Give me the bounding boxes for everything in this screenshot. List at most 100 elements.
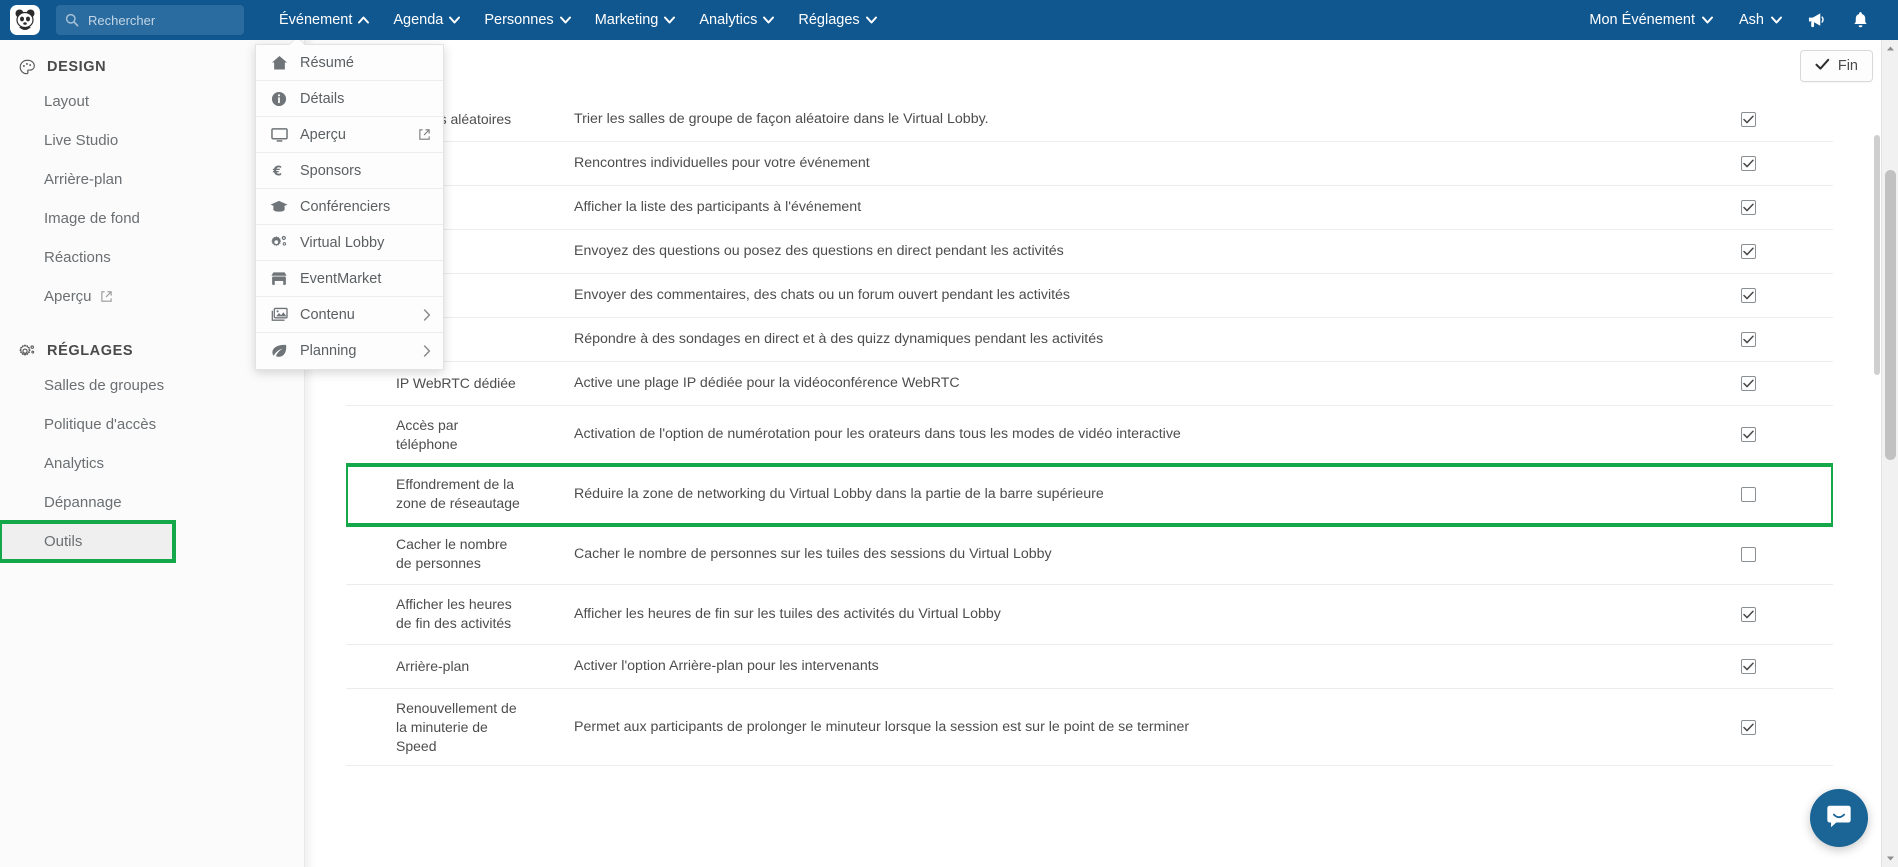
nav-label-personnes: Personnes [484, 12, 554, 28]
chevron-down-icon [763, 16, 775, 25]
finish-button[interactable]: Fin [1799, 50, 1873, 82]
table-row[interactable]: ing Afficher la liste des participants à… [346, 186, 1833, 230]
menu-item-resume[interactable]: Résumé [256, 45, 443, 81]
row-toggle-cell [1663, 427, 1833, 443]
nav-item-evenement[interactable]: Événement [266, 0, 380, 40]
table-row[interactable]: Accès par téléphone Activation de l'opti… [346, 406, 1833, 465]
table-row[interactable]: Renouvellement de la minuterie de Speed … [346, 688, 1833, 767]
chat-support-button[interactable] [1810, 789, 1868, 847]
sidebar-item-label: Image de fond [44, 210, 140, 227]
menu-item-label: Planning [300, 343, 357, 359]
event-selector-label: Mon Événement [1589, 12, 1695, 28]
row-toggle-cell [1663, 244, 1833, 259]
row-toggle-cell [1663, 332, 1833, 347]
row-toggle-cell [1663, 546, 1833, 562]
table-row[interactable]: Répondre à des sondages en direct et à d… [346, 318, 1833, 362]
store-icon [270, 270, 288, 288]
sidebar-item-politique-dacces[interactable]: Politique d'accès [0, 405, 304, 444]
menu-item-planning[interactable]: Planning [256, 333, 443, 369]
event-selector[interactable]: Mon Événement [1577, 0, 1723, 40]
search-box[interactable] [56, 5, 244, 35]
checkbox-checked[interactable] [1740, 112, 1756, 127]
row-toggle-cell [1663, 288, 1833, 303]
inner-scrollbar-track[interactable] [1874, 135, 1880, 835]
checkbox-checked[interactable] [1740, 288, 1756, 303]
content-header: Fin [305, 40, 1898, 98]
checkbox-unchecked[interactable] [1740, 486, 1756, 502]
checkbox-checked[interactable] [1740, 606, 1756, 622]
sidebar-item-outils[interactable]: Outils [0, 520, 176, 563]
table-row-highlighted[interactable]: Effondrement de la zone de réseautage Ré… [346, 462, 1833, 527]
row-description: Afficher les heures de fin sur les tuile… [574, 605, 1001, 622]
app-logo[interactable] [10, 5, 40, 35]
top-navigation-bar: Événement Agenda Personnes Marketing [0, 0, 1898, 40]
nav-label-marketing: Marketing [594, 12, 659, 28]
sidebar-item-analytics[interactable]: Analytics [0, 444, 304, 483]
table-row[interactable]: Cacher le nombre de personnes Cacher le … [346, 524, 1833, 585]
chevron-right-icon [423, 308, 431, 321]
main-content: Fin groupes aléatoires Trier les salles … [305, 40, 1898, 867]
checkbox-unchecked[interactable] [1740, 546, 1756, 562]
sidebar-item-label: Layout [44, 93, 90, 110]
sidebar-item-label: Live Studio [44, 132, 119, 149]
row-description: Envoyer des commentaires, des chats ou u… [574, 286, 1071, 303]
sidebar-item-label: Outils [44, 533, 83, 550]
menu-item-details[interactable]: Détails [256, 81, 443, 117]
search-input[interactable] [86, 6, 226, 34]
row-toggle-cell [1663, 486, 1833, 502]
nav-item-agenda[interactable]: Agenda [380, 0, 471, 40]
checkbox-checked[interactable] [1740, 332, 1756, 347]
menu-item-conferenciers[interactable]: Conférenciers [256, 189, 443, 225]
checkbox-checked[interactable] [1740, 719, 1756, 735]
nav-item-reglages[interactable]: Réglages [785, 0, 887, 40]
row-toggle-cell [1663, 376, 1833, 391]
sidebar-item-depannage[interactable]: Dépannage [0, 483, 304, 522]
nav-item-personnes[interactable]: Personnes [471, 0, 581, 40]
search-icon [65, 13, 79, 27]
scrollbar-up-arrow[interactable] [1882, 40, 1898, 57]
row-description: Répondre à des sondages en direct et à d… [574, 330, 1104, 347]
checkbox-checked[interactable] [1740, 156, 1756, 171]
nav-item-analytics[interactable]: Analytics [686, 0, 785, 40]
external-link-icon [418, 128, 431, 141]
scrollbar-down-arrow[interactable] [1882, 850, 1898, 867]
menu-item-apercu[interactable]: Aperçu [256, 117, 443, 153]
menu-item-virtual-lobby[interactable]: Virtual Lobby [256, 225, 443, 261]
checkbox-checked[interactable] [1740, 376, 1756, 391]
checkbox-checked[interactable] [1740, 427, 1756, 443]
row-name: Afficher les heures de fin des activités [396, 596, 512, 632]
palette-icon [18, 58, 36, 76]
sidebar-section-title-reglages: RÉGLAGES [47, 343, 134, 359]
sidebar-item-label: Aperçu [44, 288, 92, 305]
table-row[interactable]: n Envoyez des questions ou posez des que… [346, 230, 1833, 274]
monitor-icon [270, 126, 288, 144]
leaf-icon [270, 342, 288, 360]
table-row[interactable]: groupes aléatoires Trier les salles de g… [346, 98, 1833, 142]
row-toggle-cell [1663, 112, 1833, 127]
row-description: Cacher le nombre de personnes sur les tu… [574, 545, 1052, 562]
sidebar-item-salles-de-groupes[interactable]: Salles de groupes [0, 366, 304, 405]
nav-item-marketing[interactable]: Marketing [582, 0, 687, 40]
table-row[interactable]: ntaires Envoyer des commentaires, des ch… [346, 274, 1833, 318]
checkbox-checked[interactable] [1740, 200, 1756, 215]
megaphone-icon[interactable] [1796, 12, 1837, 29]
row-description: Rencontres individuelles pour votre évén… [574, 154, 870, 171]
row-toggle-cell [1663, 156, 1833, 171]
user-menu[interactable]: Ash [1727, 0, 1792, 40]
page-scrollbar[interactable] [1881, 40, 1898, 867]
chevron-down-icon [664, 16, 676, 25]
sidebar-item-label: Salles de groupes [44, 377, 165, 394]
table-row[interactable]: s Rencontres individuelles pour votre év… [346, 142, 1833, 186]
menu-item-eventmarket[interactable]: EventMarket [256, 261, 443, 297]
bell-icon[interactable] [1841, 11, 1880, 29]
sidebar-item-label: Arrière-plan [44, 171, 123, 188]
table-row[interactable]: IP WebRTC dédiée Active une plage IP déd… [346, 362, 1833, 406]
menu-item-sponsors[interactable]: € Sponsors [256, 153, 443, 189]
table-row[interactable]: Arrière-plan Activer l'option Arrière-pl… [346, 644, 1833, 689]
checkbox-checked[interactable] [1740, 658, 1756, 674]
scrollbar-thumb[interactable] [1885, 170, 1896, 460]
checkbox-checked[interactable] [1740, 244, 1756, 259]
inner-scrollbar-thumb[interactable] [1874, 135, 1880, 375]
menu-item-contenu[interactable]: Contenu [256, 297, 443, 333]
table-row[interactable]: Afficher les heures de fin des activités… [346, 584, 1833, 645]
